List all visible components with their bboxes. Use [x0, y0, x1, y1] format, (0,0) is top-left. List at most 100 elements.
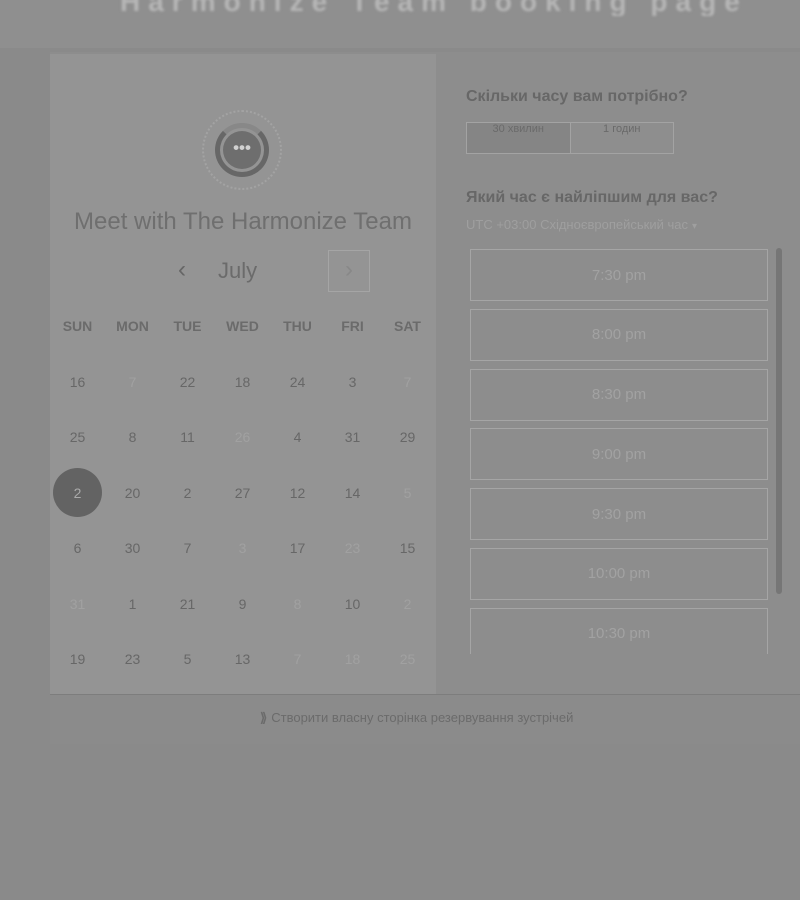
calendar-day-label: 8	[128, 429, 137, 446]
timezone-selector[interactable]: UTC +03:00 Східноєвропейський час ▾	[466, 217, 697, 232]
time-slot-button[interactable]: 8:00 pm	[470, 308, 768, 361]
calendar-day[interactable]: 6	[50, 521, 105, 577]
calendar-day[interactable]: 10	[325, 576, 380, 632]
calendar-day[interactable]: 12	[270, 465, 325, 521]
calendar-days: 16 7 22 18 24 3 7 25 8 11 26 4 31 29 2 2…	[50, 354, 436, 687]
duration-selector: 30 хвилин 1 годин	[466, 122, 674, 154]
time-slot-button[interactable]: 9:30 pm	[470, 488, 768, 541]
link-icon: ⟫	[260, 710, 268, 725]
calendar-day[interactable]: 9	[215, 576, 270, 632]
weekday-mon: MON	[116, 318, 149, 334]
weekday-sat: SAT	[394, 318, 421, 334]
calendar-day: 26	[215, 410, 270, 466]
calendar-day[interactable]: 27	[215, 465, 270, 521]
calendar-day[interactable]: 18	[215, 354, 270, 410]
booking-panel: Скільки часу вам потрібно? 30 хвилин 1 г…	[466, 54, 800, 694]
calendar-day-label: 5	[403, 484, 412, 501]
calendar-day[interactable]: 3	[325, 354, 380, 410]
team-logo: •••	[202, 110, 282, 190]
calendar-day[interactable]: 11	[160, 410, 215, 466]
calendar-day[interactable]: 2	[160, 465, 215, 521]
calendar-day-label: 23	[124, 651, 141, 668]
calendar-day[interactable]: 4	[270, 410, 325, 466]
create-booking-page-link[interactable]: ⟫ Створити власну сторінка резервування з…	[260, 710, 573, 726]
calendar-day-label: 9	[238, 595, 247, 612]
calendar-day-label: 16	[69, 373, 86, 390]
calendar-day[interactable]: 22	[160, 354, 215, 410]
time-slot-button[interactable]: 8:30 pm	[470, 368, 768, 421]
duration-1-hour-button[interactable]: 1 годин	[569, 123, 674, 153]
calendar-day[interactable]: 1	[105, 576, 160, 632]
calendar-day-label: 2	[73, 484, 82, 501]
duration-question: Скільки часу вам потрібно?	[466, 88, 688, 105]
calendar-day[interactable]: 19	[50, 632, 105, 688]
calendar-day-label: 15	[399, 540, 416, 557]
calendar-day-label: 25	[399, 651, 416, 668]
time-slot-button[interactable]: 7:30 pm	[470, 249, 768, 301]
calendar-day-label: 17	[289, 540, 306, 557]
next-month-icon[interactable]: ›	[328, 250, 370, 292]
calendar-day-label: 2	[403, 595, 412, 612]
calendar-day-label: 2	[183, 484, 192, 501]
calendar-day[interactable]: 30	[105, 521, 160, 577]
time-slot-button[interactable]: 10:00 pm	[470, 547, 768, 600]
calendar-day[interactable]: 21	[160, 576, 215, 632]
calendar-day: 25	[380, 632, 435, 688]
calendar-day-label: 22	[179, 373, 196, 390]
calendar-day-label: 4	[293, 429, 302, 446]
calendar-day-label: 12	[289, 484, 306, 501]
weekday-sun: SUN	[62, 318, 93, 334]
calendar-day[interactable]: 7	[160, 521, 215, 577]
month-navigation: ‹ July ›	[170, 250, 370, 294]
calendar-day-label: 5	[183, 651, 192, 668]
calendar-day[interactable]: 23	[105, 632, 160, 688]
calendar-panel: ••• Meet with The Harmonize Team ‹ July …	[50, 54, 436, 694]
calendar-day[interactable]: 24	[270, 354, 325, 410]
calendar-day-label: 11	[180, 429, 195, 446]
chat-icon: •••	[223, 131, 261, 169]
time-slot-list: 7:30 pm 8:00 pm 8:30 pm 9:00 pm 9:30 pm …	[470, 249, 768, 654]
calendar-day: 8	[270, 576, 325, 632]
duration-30-button[interactable]: 30 хвилин	[467, 123, 570, 153]
calendar-day[interactable]: 14	[325, 465, 380, 521]
calendar-day[interactable]: 29	[380, 410, 435, 466]
time-slots-scrollbar[interactable]	[776, 248, 782, 594]
calendar-day-label: 27	[234, 484, 251, 501]
chevron-down-icon: ▾	[691, 221, 697, 232]
calendar-day: 7	[380, 354, 435, 410]
calendar-day[interactable]: 16	[50, 354, 105, 410]
time-slot-button[interactable]: 10:30 pm	[470, 607, 768, 654]
calendar-day-label: 18	[344, 651, 361, 668]
calendar-day[interactable]: 13	[215, 632, 270, 688]
calendar-day-label: 24	[289, 373, 306, 390]
calendar-day[interactable]: 17	[270, 521, 325, 577]
weekday-fri: FRI	[341, 318, 364, 334]
calendar-day-label: 3	[238, 540, 247, 557]
calendar-day-label: 8	[293, 595, 302, 612]
footer: ⟫ Створити власну сторінка резервування з…	[50, 694, 800, 744]
calendar-day-label: 21	[179, 595, 196, 612]
previous-month-icon[interactable]: ‹	[170, 258, 194, 284]
calendar-day[interactable]: 31	[325, 410, 380, 466]
calendar-day: 7	[105, 354, 160, 410]
calendar-day[interactable]: 15	[380, 521, 435, 577]
time-slot-button[interactable]: 9:00 pm	[470, 428, 768, 481]
timezone-label: UTC +03:00 Східноєвропейський час	[466, 217, 688, 232]
calendar-day[interactable]: 25	[50, 410, 105, 466]
calendar-day-label: 20	[124, 484, 141, 501]
blurred-header-text: Harmonize Team booking page	[120, 0, 748, 16]
weekday-row: SUN MON TUE WED THU FRI SAT	[50, 318, 436, 334]
calendar-day-label: 25	[69, 429, 86, 446]
month-label: July	[218, 258, 258, 283]
calendar-day-label: 3	[348, 373, 357, 390]
calendar-day-selected[interactable]: 2	[50, 465, 105, 521]
page-title: Meet with The Harmonize Team	[74, 208, 412, 235]
time-question: Який час є найліпшим для вас?	[466, 189, 718, 206]
calendar-day-label: 13	[234, 651, 251, 668]
calendar-day[interactable]: 5	[160, 632, 215, 688]
calendar-day[interactable]: 8	[105, 410, 160, 466]
calendar-day[interactable]: 20	[105, 465, 160, 521]
calendar-day-label: 31	[69, 595, 86, 612]
calendar-day: 31	[50, 576, 105, 632]
top-strip: Harmonize Team booking page	[0, 0, 800, 48]
